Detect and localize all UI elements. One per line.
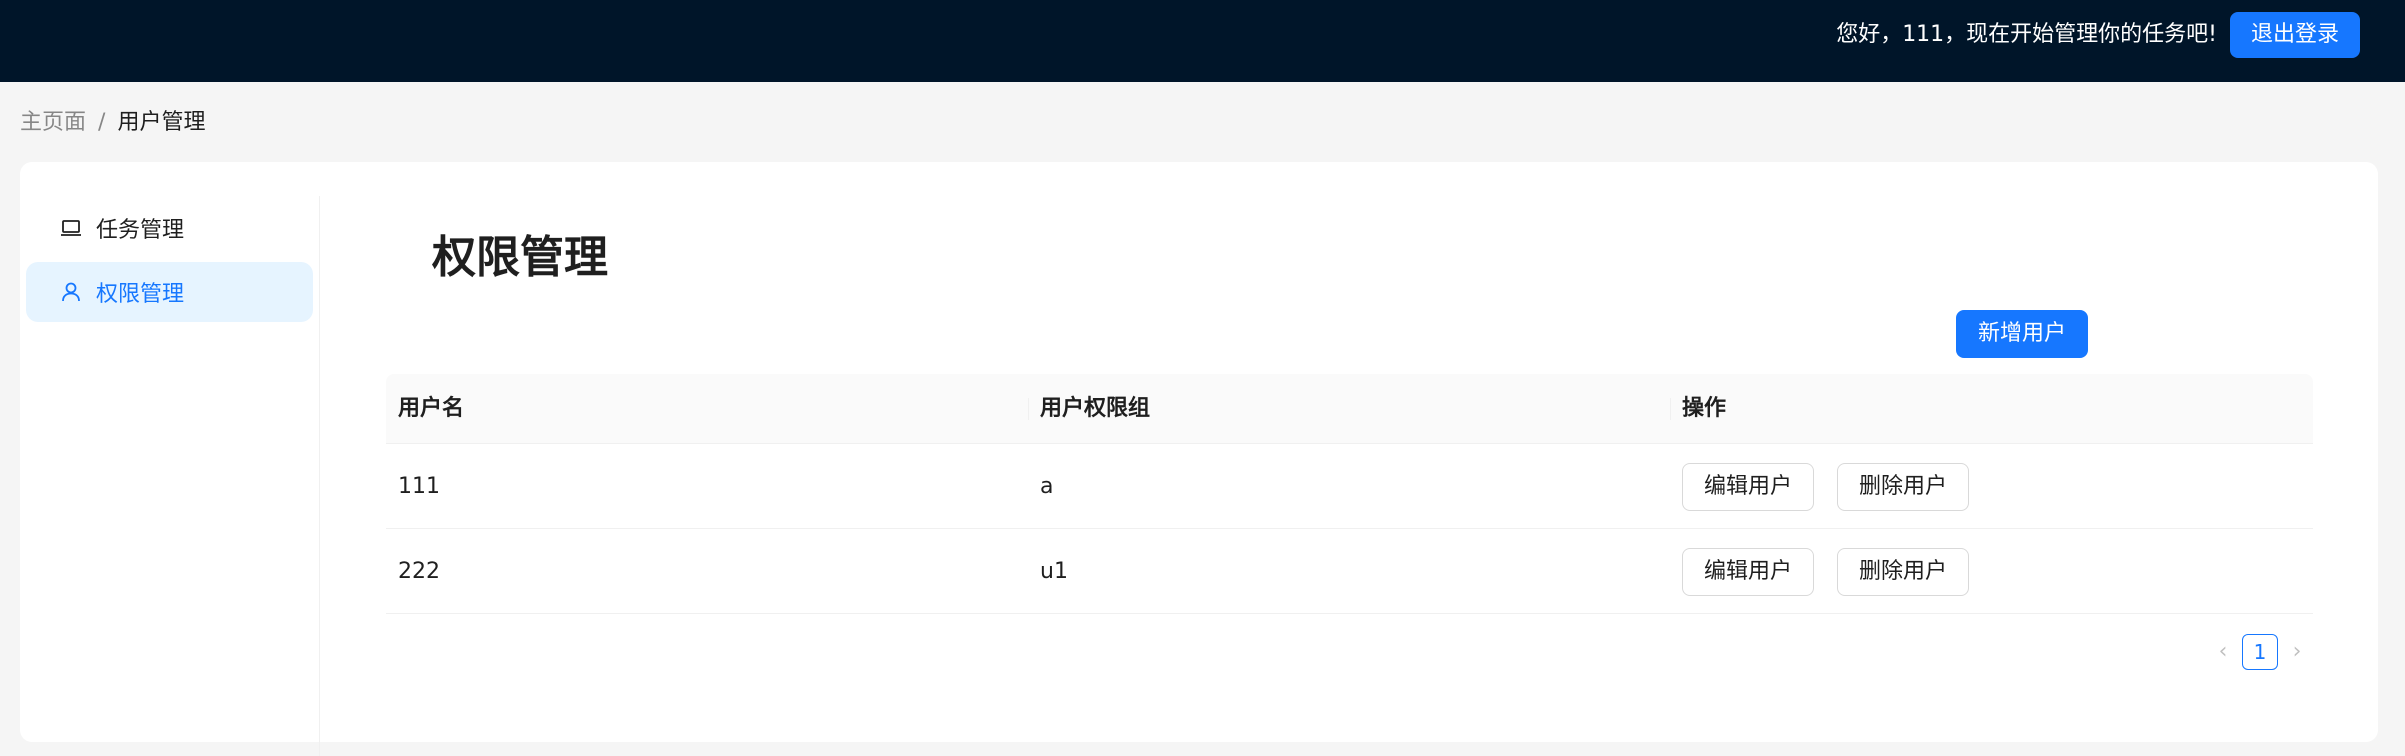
sidebar-item-permission-management[interactable]: 权限管理 [26,262,313,322]
breadcrumb: 主页面 / 用户管理 [20,108,205,138]
page-number-button[interactable]: 1 [2242,634,2278,670]
cell-group: a [1040,474,1054,499]
prev-page-icon[interactable]: ‹ [2208,634,2238,670]
breadcrumb-current: 用户管理 [117,110,206,135]
delete-user-button[interactable]: 删除用户 [1837,548,1969,596]
top-header: 您好，111，现在开始管理你的任务吧! 退出登录 [0,0,2405,82]
sidebar-item-label: 任务管理 [96,218,185,243]
table-row: 111 a 编辑用户 删除用户 [386,444,2313,529]
cell-username: 111 [398,474,440,499]
sidebar-item-task-management[interactable]: 任务管理 [26,198,313,258]
table-header: 用户名 用户权限组 操作 [386,374,2313,444]
pagination: ‹ 1 › [2208,634,2312,670]
breadcrumb-home-link[interactable]: 主页面 [20,110,86,135]
breadcrumb-separator: / [98,110,106,135]
sidebar-menu: 任务管理 权限管理 [20,196,320,756]
cell-username: 222 [398,559,440,584]
column-divider [1670,398,1671,420]
users-table: 用户名 用户权限组 操作 111 a 编辑用户 删除用户 222 u1 编辑用户… [386,374,2313,614]
column-header-actions: 操作 [1682,396,1727,421]
sidebar-item-label: 权限管理 [96,282,185,307]
cell-group: u1 [1040,559,1068,584]
add-user-button[interactable]: 新增用户 [1956,310,2088,358]
logout-button[interactable]: 退出登录 [2230,12,2360,58]
greeting-text: 您好，111，现在开始管理你的任务吧! [1836,22,2217,47]
next-page-icon[interactable]: › [2282,634,2312,670]
column-divider [1028,398,1029,420]
edit-user-button[interactable]: 编辑用户 [1682,548,1814,596]
page-title: 权限管理 [432,232,608,283]
edit-user-button[interactable]: 编辑用户 [1682,463,1814,511]
laptop-icon [60,217,82,239]
delete-user-button[interactable]: 删除用户 [1837,463,1969,511]
content-panel: 任务管理 权限管理 权限管理 新增用户 用户名 用户权限组 操作 111 a 编… [20,162,2378,756]
column-header-group: 用户权限组 [1040,396,1151,421]
column-header-username: 用户名 [398,396,465,421]
user-icon [60,281,82,303]
table-row: 222 u1 编辑用户 删除用户 [386,529,2313,614]
